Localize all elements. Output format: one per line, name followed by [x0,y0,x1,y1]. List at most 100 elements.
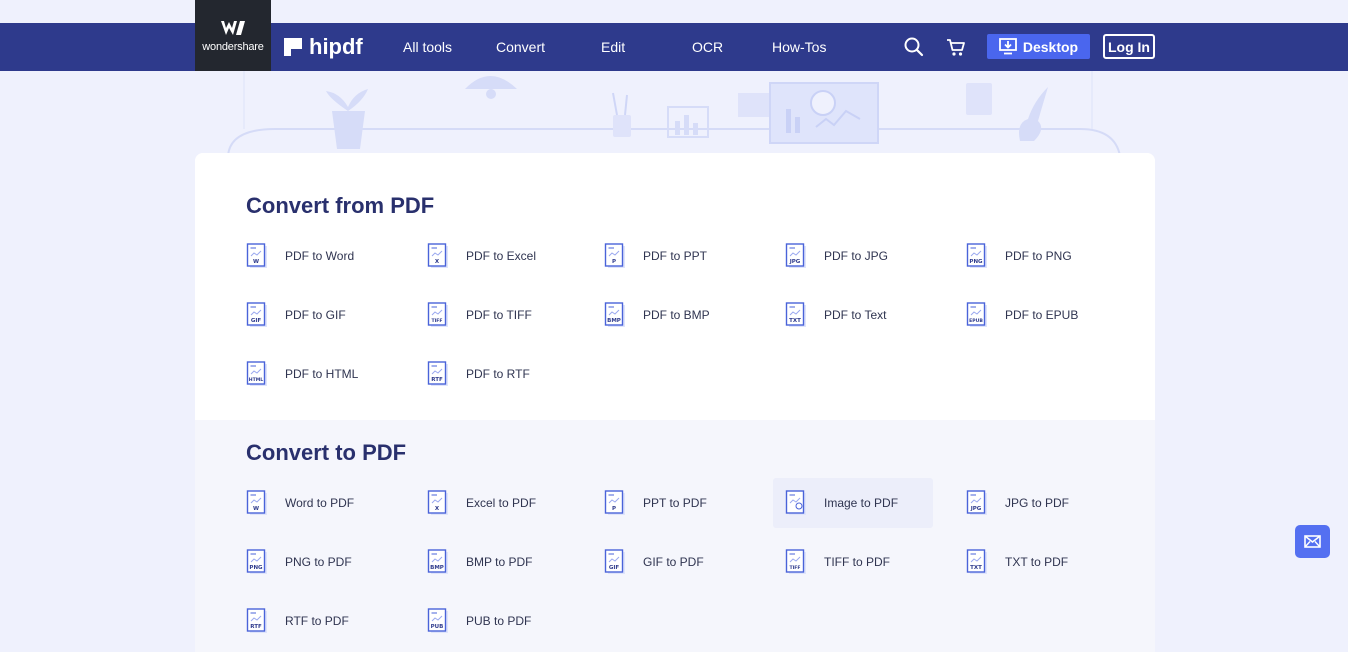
tiff-file-icon: TIFF [785,549,806,574]
gif-file-icon: GIF [246,302,267,327]
svg-text:RTF: RTF [431,377,443,383]
image-file-icon [785,490,806,515]
tool-label: PUB to PDF [466,614,532,628]
tiff-file-icon: TIFF [427,302,448,327]
tool-label: PDF to JPG [824,249,889,263]
tool-png-to-pdf[interactable]: PNG PNG to PDF [246,537,406,587]
tool-tiff-to-pdf[interactable]: TIFF TIFF to PDF [785,537,945,587]
wondershare-mark-icon [221,20,245,35]
svg-text:HTML: HTML [249,377,264,383]
wondershare-logo[interactable]: wondershare [195,0,271,71]
tool-label: BMP to PDF [466,555,533,569]
jpg-file-icon: JPG [966,490,987,515]
tool-label: GIF to PDF [643,555,704,569]
convert-from-pdf-section: Convert from PDF W PDF to Word X PDF to Exc… [195,153,1155,420]
convert-to-pdf-title: Convert to PDF [246,440,407,465]
tool-label: PDF to BMP [643,308,710,322]
company-name: wondershare [202,40,264,53]
tool-label: JPG to PDF [1005,496,1070,510]
nav-how-tos[interactable]: How-Tos [772,23,826,71]
tool-pdf-to-text[interactable]: TXT PDF to Text [785,290,945,340]
hipdf-mark-icon [284,38,302,56]
svg-text:PNG: PNG [969,259,983,265]
svg-text:RTF: RTF [250,624,262,630]
tool-bmp-to-pdf[interactable]: BMP BMP to PDF [427,537,587,587]
tool-pdf-to-html[interactable]: HTML PDF to HTML [246,349,406,399]
tool-label: PDF to RTF [466,367,530,381]
tool-ppt-to-pdf[interactable]: P PPT to PDF [604,478,764,528]
download-icon [998,38,1017,55]
tool-label: Excel to PDF [466,496,537,510]
tool-pdf-to-gif[interactable]: GIF PDF to GIF [246,290,406,340]
tool-label: PNG to PDF [285,555,352,569]
contact-mail-button[interactable] [1295,525,1330,558]
tool-label: PDF to Excel [466,249,537,263]
tool-pdf-to-jpg[interactable]: JPG PDF to JPG [785,231,945,281]
w-file-icon: W [246,490,267,515]
tool-label: PDF to Text [824,308,887,322]
svg-text:PUB: PUB [431,624,444,630]
pub-file-icon: PUB [427,608,448,633]
tool-label: RTF to PDF [285,614,349,628]
nav-ocr[interactable]: OCR [692,23,723,71]
svg-text:W: W [253,506,259,512]
tool-label: PDF to GIF [285,308,346,322]
nav-all-tools[interactable]: All tools [403,23,452,71]
epub-file-icon: EPUB [966,302,987,327]
svg-text:TXT: TXT [970,565,982,571]
rtf-file-icon: RTF [246,608,267,633]
tool-word-to-pdf[interactable]: W Word to PDF [246,478,406,528]
svg-text:GIF: GIF [609,565,620,571]
nav-convert[interactable]: Convert [496,23,545,71]
tool-label: PDF to TIFF [466,308,532,322]
tool-label: PPT to PDF [643,496,707,510]
tool-pdf-to-bmp[interactable]: BMP PDF to BMP [604,290,764,340]
txt-file-icon: TXT [966,549,987,574]
tool-label: Image to PDF [824,496,899,510]
login-button[interactable]: Log In [1103,34,1155,59]
tool-pdf-to-word[interactable]: W PDF to Word [246,231,406,281]
hero-illustration [227,71,1121,156]
bmp-file-icon: BMP [427,549,448,574]
mail-icon [1304,535,1321,548]
tool-pdf-to-ppt[interactable]: P PDF to PPT [604,231,764,281]
rtf-file-icon: RTF [427,361,448,386]
cart-icon[interactable] [945,36,967,58]
svg-text:P: P [612,259,616,265]
tool-gif-to-pdf[interactable]: GIF GIF to PDF [604,537,764,587]
png-file-icon: PNG [246,549,267,574]
tool-jpg-to-pdf[interactable]: JPG JPG to PDF [966,478,1126,528]
tool-image-to-pdf[interactable]: Image to PDF [773,478,933,528]
tool-label: TXT to PDF [1005,555,1069,569]
tool-label: Word to PDF [285,496,355,510]
tools-card: Convert from PDF W PDF to Word X PDF to Exc… [195,153,1155,652]
tool-label: PDF to HTML [285,367,359,381]
tool-pub-to-pdf[interactable]: PUB PUB to PDF [427,596,587,646]
tool-txt-to-pdf[interactable]: TXT TXT to PDF [966,537,1126,587]
x-file-icon: X [427,243,448,268]
tool-pdf-to-rtf[interactable]: RTF PDF to RTF [427,349,587,399]
search-icon[interactable] [903,36,925,58]
p-file-icon: P [604,243,625,268]
svg-text:P: P [612,506,616,512]
svg-text:W: W [253,259,259,265]
convert-to-pdf-section: Convert to PDF W Word to PDF X Excel to PDF… [195,420,1155,652]
svg-text:JPG: JPG [970,506,982,512]
jpg-file-icon: JPG [785,243,806,268]
w-file-icon: W [246,243,267,268]
tool-pdf-to-tiff[interactable]: TIFF PDF to TIFF [427,290,587,340]
tool-label: PDF to PPT [643,249,708,263]
p-file-icon: P [604,490,625,515]
html-file-icon: HTML [246,361,267,386]
svg-text:JPG: JPG [789,259,801,265]
tool-pdf-to-epub[interactable]: EPUB PDF to EPUB [966,290,1126,340]
tool-pdf-to-excel[interactable]: X PDF to Excel [427,231,587,281]
desktop-download-button[interactable]: Desktop [987,34,1090,59]
tool-pdf-to-png[interactable]: PNG PDF to PNG [966,231,1126,281]
tool-excel-to-pdf[interactable]: X Excel to PDF [427,478,587,528]
nav-edit[interactable]: Edit [601,23,625,71]
hipdf-logo[interactable]: hipdf [284,23,363,71]
convert-from-pdf-title: Convert from PDF [246,193,435,218]
svg-text:EPUB: EPUB [969,318,983,324]
tool-rtf-to-pdf[interactable]: RTF RTF to PDF [246,596,406,646]
